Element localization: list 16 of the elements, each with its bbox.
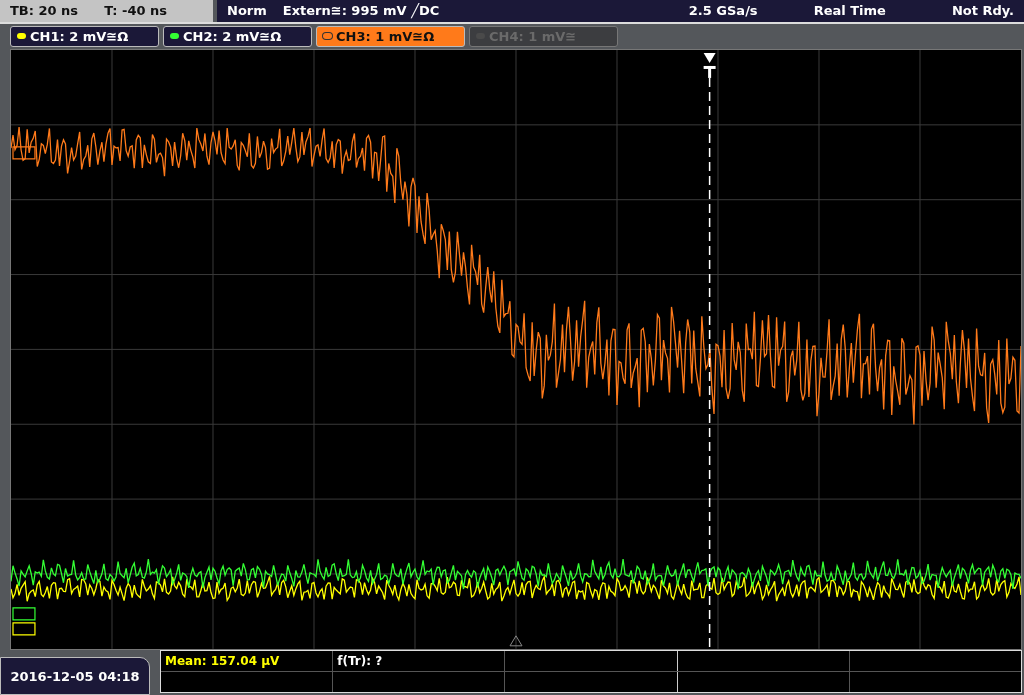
timebase: TB: 20 ns: [10, 3, 79, 19]
timestamp: 2016-12-05 04:18: [0, 657, 150, 695]
trigger-source: Extern≅: 995 mV ╱DC: [282, 3, 440, 19]
trigger-marker-icon: [703, 53, 716, 79]
run-state: Not Rdy.: [951, 3, 1014, 19]
sample-rate: 2.5 GSa/s: [688, 3, 758, 19]
channel-tab[interactable]: CH3: 1 mV≅Ω: [316, 25, 465, 47]
trigger-mode: Norm: [227, 3, 267, 19]
measurement-value: Mean: 157.04 µV: [165, 654, 280, 668]
channel-tab[interactable]: CH2: 2 mV≅Ω: [163, 25, 312, 47]
measurement-value: f(Tr): ?: [337, 654, 383, 668]
channel-offset-marker[interactable]: [12, 146, 36, 160]
acquisition-mode: Real Time: [813, 3, 886, 19]
ground-marker-icon: [509, 635, 523, 647]
trigger-offset: T: -40 ns: [104, 3, 167, 19]
channel-tab[interactable]: CH1: 2 mV≅Ω: [10, 25, 159, 47]
